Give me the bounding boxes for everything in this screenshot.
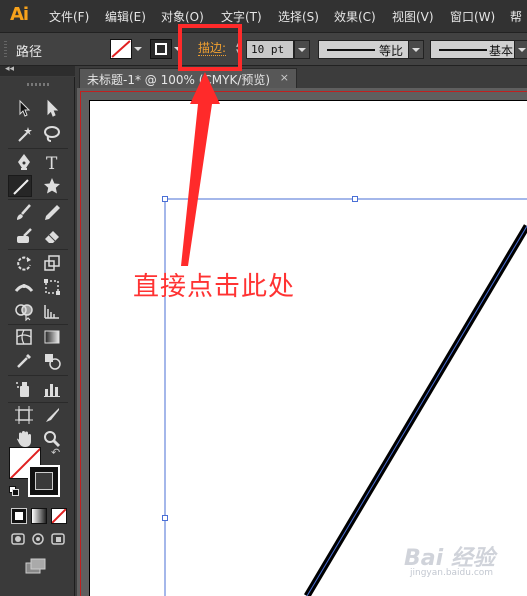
- annotation-text: 直接点击此处: [133, 272, 296, 302]
- watermark-url: jingyan.baidu.com: [410, 568, 494, 578]
